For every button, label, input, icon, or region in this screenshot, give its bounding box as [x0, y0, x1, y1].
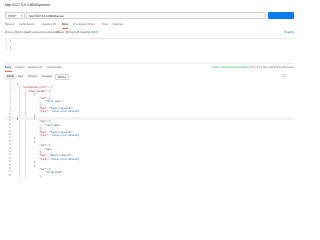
tab-tests[interactable]: Tests [102, 23, 108, 26]
request-body-editor[interactable]: 1 { 2 3 } [5, 38, 294, 64]
body-type-options: none form-data x-www-form-urlencoded raw… [5, 31, 294, 36]
beautify-button[interactable]: Beautify [285, 31, 294, 34]
tab-cookies[interactable]: Cookies [15, 66, 25, 69]
view-preview-button[interactable]: Preview [26, 74, 39, 80]
chevron-down-icon: ▾ [21, 14, 23, 18]
radio-icon [5, 31, 7, 34]
line-number: 28 [8, 174, 11, 177]
radio-selected-icon [57, 31, 59, 34]
tab-params[interactable]: Params [5, 23, 14, 26]
tab-response-headers[interactable]: Headers (4) [28, 66, 42, 69]
editor-line: } [10, 47, 12, 50]
chevron-down-icon: ▾ [65, 76, 67, 79]
response-status: Status: 422 Unprocessable Entity Time: 8… [212, 66, 294, 69]
status-code: Status: 422 Unprocessable Entity [212, 66, 250, 69]
method-label: POST [8, 14, 16, 18]
method-select[interactable]: POST ▾ [5, 12, 25, 19]
body-type-none[interactable]: none [5, 31, 14, 34]
response-body-viewer[interactable]: 1{2 "validation_error": {3 "body_params"… [5, 83, 294, 213]
view-visualize-button[interactable]: Visualize [40, 74, 54, 80]
editor-line: { [10, 40, 12, 43]
raw-format-select[interactable]: JSON [91, 31, 98, 34]
format-select[interactable]: JSON ▾ [55, 74, 69, 80]
code-line: 28 ], [5, 175, 294, 178]
url-input[interactable]: http://127.0.0.1:8000/person [26, 12, 266, 19]
tab-settings[interactable]: Settings [113, 23, 123, 26]
tab-body[interactable]: Body [62, 23, 68, 26]
tab-pre-request-script[interactable]: Pre-request Script [73, 23, 95, 26]
tab-authorization[interactable]: Authorization [19, 23, 35, 26]
tab-response-body[interactable]: Body [5, 66, 11, 69]
response-meta: Time: 8 ms Size: 462 B Save Response [249, 66, 294, 69]
active-tab-indicator [5, 71, 12, 72]
response-tabs: Body Cookies Headers (4) Test Results St… [5, 66, 294, 72]
radio-icon [66, 31, 68, 34]
body-type-raw[interactable]: raw [57, 31, 64, 34]
response-tools: ❐ ⌕ [282, 74, 287, 78]
view-pretty-button[interactable]: Pretty [5, 74, 16, 80]
copy-icon[interactable]: ❐ [282, 74, 285, 78]
radio-icon [15, 31, 17, 34]
radio-icon [77, 31, 79, 34]
tab-headers[interactable]: Headers (8) [42, 23, 56, 26]
body-type-binary[interactable]: binary [66, 31, 76, 34]
send-button[interactable] [268, 12, 294, 19]
line-number: 3 [5, 47, 7, 50]
body-type-urlencoded[interactable]: x-www-form-urlencoded [29, 31, 59, 34]
url-bar: POST ▾ http://127.0.0.1:8000/person [5, 12, 294, 19]
response-view-toolbar: Pretty Raw Preview Visualize JSON ▾ ❐ ⌕ [5, 74, 294, 80]
view-raw-button[interactable]: Raw [16, 74, 25, 80]
tab-test-results[interactable]: Test Results [47, 66, 62, 69]
radio-icon [29, 31, 31, 34]
body-type-graphql[interactable]: GraphQL [77, 31, 90, 34]
code-text: ], [17, 174, 43, 178]
body-type-form-data[interactable]: form-data [15, 31, 29, 34]
text-cursor [17, 117, 19, 121]
active-tab-indicator [62, 28, 68, 29]
search-icon[interactable]: ⌕ [286, 74, 288, 78]
request-title: http://127.0.0.1:8000/person [5, 3, 50, 7]
